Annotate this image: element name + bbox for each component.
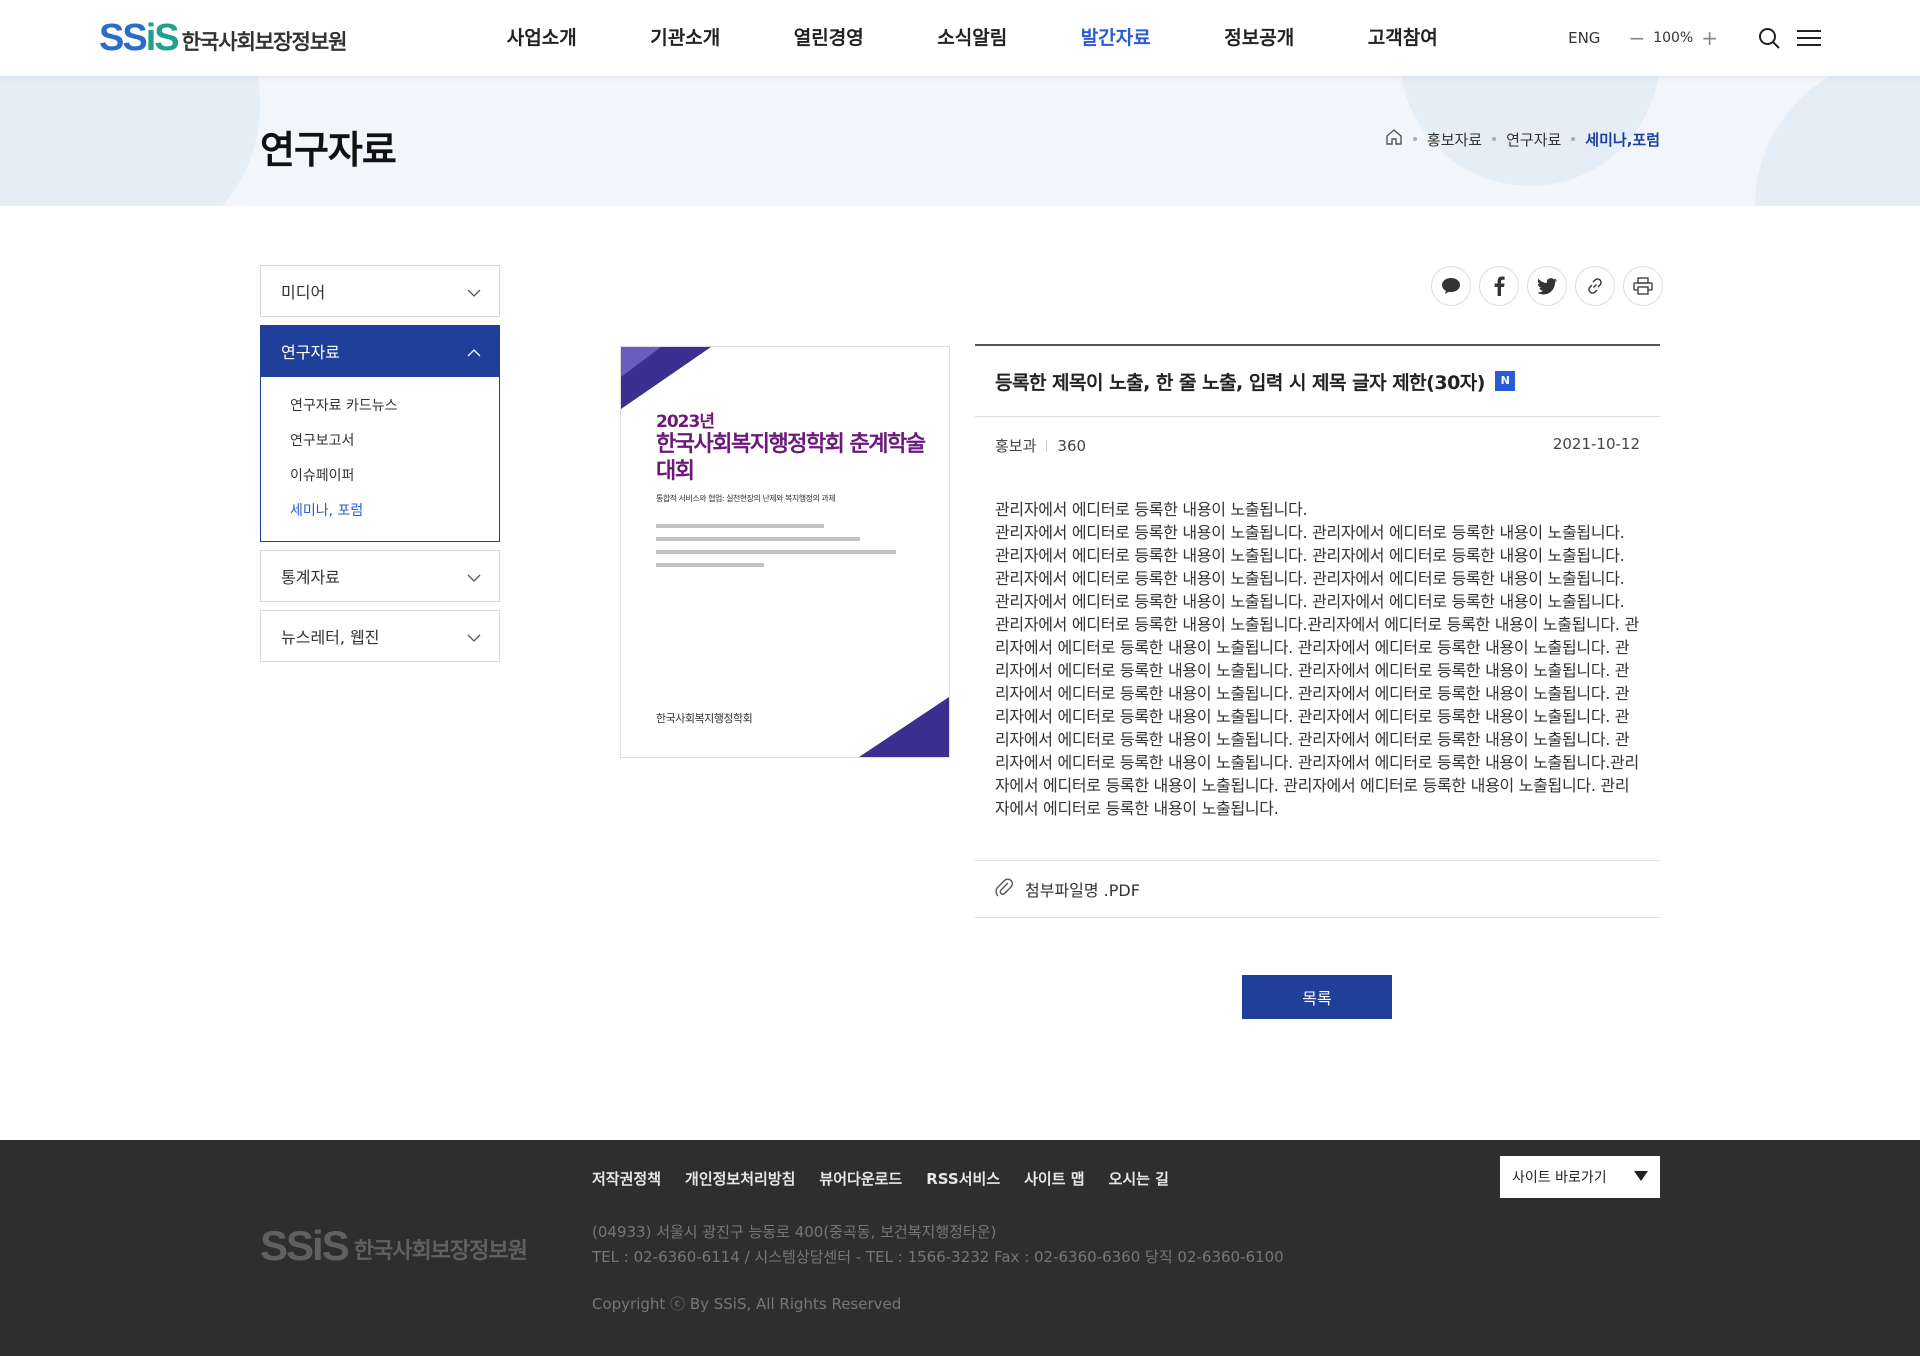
breadcrumb-separator [1571,137,1576,141]
chevron-down-icon [467,567,481,586]
zoom-out-button[interactable]: − [1628,28,1645,48]
nav-info-disclosure[interactable]: 정보공개 [1188,22,1332,54]
logo-text: 한국사회보장정보원 [181,30,348,54]
side-menu-research[interactable]: 연구자료 [260,325,500,377]
chevron-down-icon [467,627,481,646]
cover-year: 2023년 [656,412,715,432]
twitter-icon[interactable] [1527,266,1567,306]
talk-icon[interactable] [1431,266,1471,306]
publication-cover-image: 2023년 한국사회복지행정학회 춘계학술대회 통합적 서비스와 협업: 실천현… [620,346,950,758]
side-menu-label: 연구자료 [281,343,340,362]
nav-business[interactable]: 사업소개 [470,22,614,54]
chevron-down-icon [467,282,481,301]
side-menu-label: 통계자료 [281,568,340,587]
footer-link-copyright[interactable]: 저작권정책 [592,1168,661,1189]
article-body-text: 관리자에서 에디터로 등록한 내용이 노출됩니다. 관리자에서 에디터로 등록한… [995,523,1639,818]
facebook-icon[interactable] [1479,266,1519,306]
submenu-issue-paper[interactable]: 이슈페이퍼 [290,459,499,494]
breadcrumb-separator [1492,137,1497,141]
cover-subtitle: 통합적 서비스와 협업: 실천현장의 난제와 복지행정의 과제 [656,494,836,503]
submenu-seminar-forum[interactable]: 세미나, 포럼 [290,494,499,529]
article-meta: 홍보과 360 2021-10-12 [975,417,1660,456]
footer-link-privacy[interactable]: 개인정보처리방침 [685,1168,795,1189]
logo-mark: SSiS [99,17,180,59]
home-icon[interactable] [1385,128,1403,150]
attachment-row[interactable]: 첨부파일명 .PDF [975,861,1660,918]
site-shortcut-select[interactable]: 사이트 바로가기 [1500,1156,1660,1198]
nav-open-management[interactable]: 열린경영 [757,22,901,54]
link-icon[interactable] [1575,266,1615,306]
side-menu-media[interactable]: 미디어 [260,265,500,317]
zoom-level: 100% [1653,30,1694,46]
sub-visual: 연구자료 홍보자료 연구자료 세미나,포럼 [0,76,1920,206]
attachment-file-name[interactable]: 첨부파일명 .PDF [1025,877,1140,901]
side-menu: 미디어 연구자료 연구자료 카드뉴스 연구보고서 이슈페이퍼 세미나, 포럼 통… [260,265,500,670]
decor-circle [0,76,260,206]
site-header: SSiS 한국사회보장정보원 사업소개 기관소개 열린경영 소식알림 발간자료 … [0,0,1920,76]
zoom-in-button[interactable]: + [1701,28,1718,48]
chevron-up-icon [467,342,481,361]
menu-icon[interactable] [1796,25,1822,51]
side-menu-label: 미디어 [281,283,326,302]
article-title-row: 등록한 제목이 노출, 한 줄 노출, 입력 시 제목 글자 제한(30자) N [975,346,1660,417]
language-link[interactable]: ENG [1568,29,1600,47]
nav-publications[interactable]: 발간자료 [1044,22,1188,54]
decor-circle [1755,76,1920,206]
zoom-control: − 100% + [1628,28,1718,48]
share-bar [1431,266,1663,306]
footer-logo-mark: SSiS [260,1222,350,1269]
footer-link-viewer[interactable]: 뷰어다운로드 [819,1168,902,1189]
footer-logo-text: 한국사회보장정보원 [353,1239,528,1264]
nav-customer[interactable]: 고객참여 [1331,22,1475,54]
page-title: 연구자료 [260,128,397,172]
breadcrumb-item[interactable]: 연구자료 [1506,129,1561,150]
cover-org: 한국사회복지행정학회 [656,712,753,725]
site-footer: 저작권정책 개인정보처리방침 뷰어다운로드 RSS서비스 사이트 맵 오시는 길… [0,1140,1920,1356]
header-utilities: ENG − 100% + [1568,22,1822,54]
side-submenu: 연구자료 카드뉴스 연구보고서 이슈페이퍼 세미나, 포럼 [260,377,500,542]
nav-news[interactable]: 소식알림 [901,22,1045,54]
article-views: 360 [1057,436,1087,455]
nav-institution[interactable]: 기관소개 [614,22,758,54]
meta-separator [1046,439,1048,452]
footer-links: 저작권정책 개인정보처리방침 뷰어다운로드 RSS서비스 사이트 맵 오시는 길 [592,1168,1169,1189]
site-logo[interactable]: SSiS 한국사회보장정보원 [99,18,347,58]
footer-address-line: (04933) 서울시 광진구 능동로 400(중곡동, 보건복지행정타운) [592,1223,997,1241]
caret-down-icon [1634,1169,1648,1185]
footer-logo: SSiS 한국사회보장정보원 [260,1222,528,1270]
article-date: 2021-10-12 [1552,435,1640,453]
cover-decor [621,347,661,377]
cover-decor [859,697,949,757]
article-title: 등록한 제목이 노출, 한 줄 노출, 입력 시 제목 글자 제한(30자) [995,372,1485,394]
footer-copyright: Copyright ⓒ By SSiS, All Rights Reserved [592,1295,902,1313]
breadcrumb-item[interactable]: 홍보자료 [1427,129,1482,150]
footer-tel-line: TEL : 02-6360-6114 / 시스템상담센터 - TEL : 156… [592,1248,1284,1266]
print-icon[interactable] [1623,266,1663,306]
side-menu-newsletter[interactable]: 뉴스레터, 웹진 [260,610,500,662]
breadcrumb-separator [1412,137,1417,141]
article-view: 등록한 제목이 노출, 한 줄 노출, 입력 시 제목 글자 제한(30자) N… [975,344,1660,918]
side-menu-label: 뉴스레터, 웹진 [281,628,380,647]
paperclip-icon [995,876,1014,902]
submenu-card-news[interactable]: 연구자료 카드뉴스 [290,389,499,424]
footer-link-rss[interactable]: RSS서비스 [926,1168,1000,1189]
search-icon[interactable] [1756,25,1782,51]
footer-address: (04933) 서울시 광진구 능동로 400(중곡동, 보건복지행정타운) T… [592,1220,1284,1270]
article-body: 관리자에서 에디터로 등록한 내용이 노출됩니다. 관리자에서 에디터로 등록한… [975,456,1660,861]
breadcrumb-current[interactable]: 세미나,포럼 [1585,129,1660,150]
breadcrumb: 홍보자료 연구자료 세미나,포럼 [1385,128,1660,150]
main-nav: 사업소개 기관소개 열린경영 소식알림 발간자료 정보공개 고객참여 [470,22,1475,54]
new-badge: N [1494,371,1515,391]
side-menu-statistics[interactable]: 통계자료 [260,550,500,602]
article-body-line: 관리자에서 에디터로 등록한 내용이 노출됩니다. [995,500,1308,519]
cover-info-lines [656,524,896,576]
list-button[interactable]: 목록 [1242,975,1392,1019]
article-department: 홍보과 [995,437,1037,455]
footer-link-directions[interactable]: 오시는 길 [1109,1168,1169,1189]
submenu-reports[interactable]: 연구보고서 [290,424,499,459]
cover-title: 한국사회복지행정학회 춘계학술대회 [656,432,926,484]
footer-link-sitemap[interactable]: 사이트 맵 [1024,1168,1084,1189]
site-shortcut-label: 사이트 바로가기 [1512,1170,1607,1186]
